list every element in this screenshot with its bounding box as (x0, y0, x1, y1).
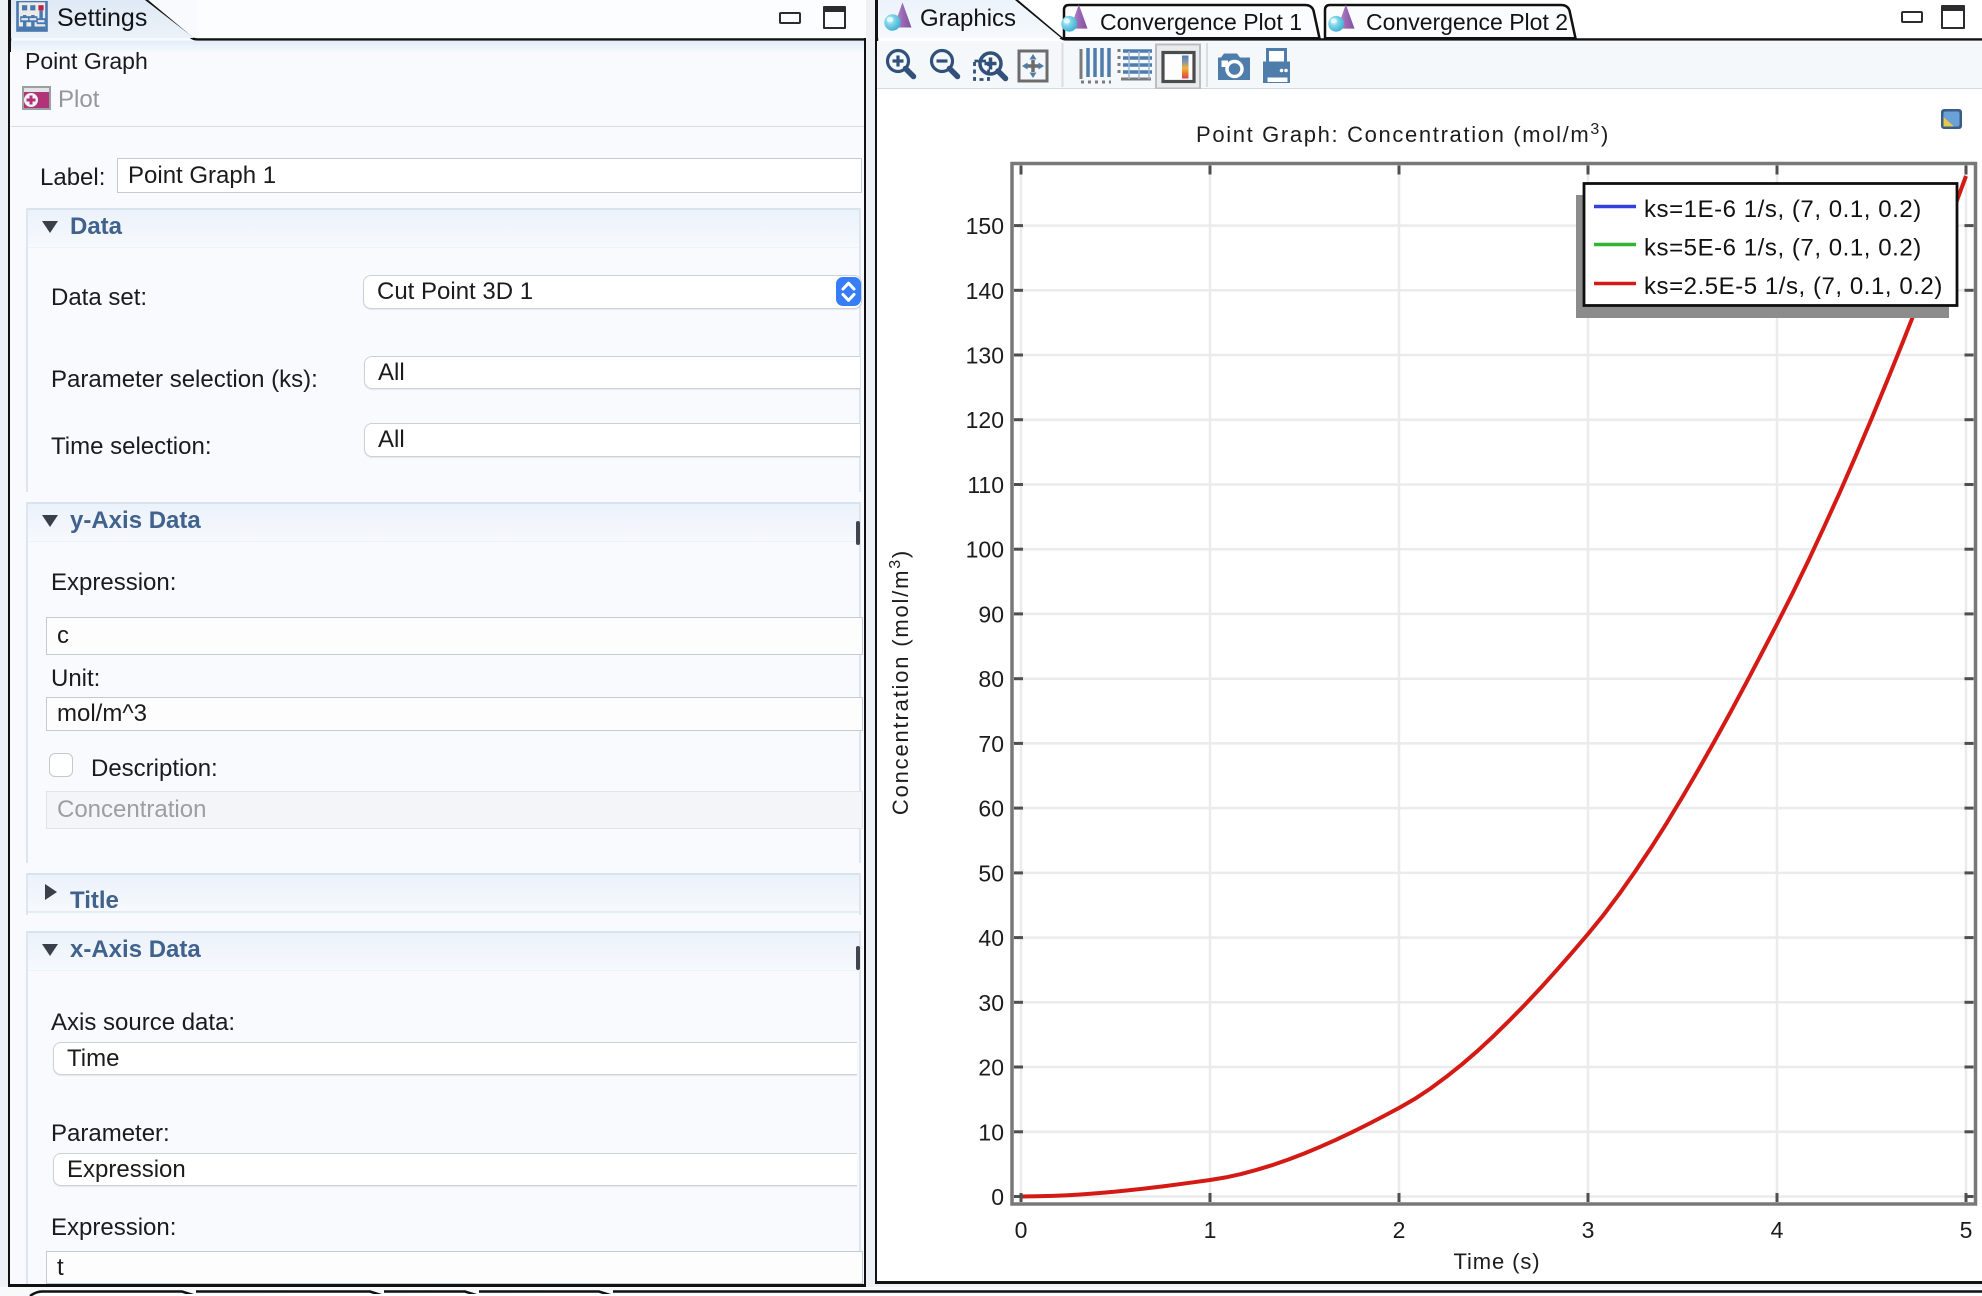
svg-text:150: 150 (966, 213, 1004, 239)
svg-text:10: 10 (978, 1119, 1004, 1145)
svg-text:3: 3 (1582, 1217, 1595, 1243)
svg-text:0: 0 (1015, 1217, 1028, 1243)
svg-text:130: 130 (966, 343, 1004, 369)
svg-text:ks=1E-6 1/s, (7, 0.1, 0.2): ks=1E-6 1/s, (7, 0.1, 0.2) (1644, 196, 1922, 223)
svg-text:140: 140 (966, 278, 1004, 304)
svg-text:Concentration (mol/m3): Concentration (mol/m3) (887, 549, 913, 815)
svg-text:0: 0 (991, 1184, 1004, 1210)
svg-text:Point Graph: Concentration (mo: Point Graph: Concentration (mol/m3) (1196, 121, 1610, 147)
svg-text:40: 40 (978, 925, 1004, 951)
svg-text:110: 110 (967, 472, 1004, 498)
svg-text:60: 60 (978, 796, 1004, 822)
svg-text:100: 100 (966, 537, 1004, 563)
svg-text:80: 80 (978, 666, 1004, 692)
svg-text:20: 20 (978, 1055, 1004, 1081)
svg-text:ks=5E-6 1/s, (7, 0.1, 0.2): ks=5E-6 1/s, (7, 0.1, 0.2) (1644, 235, 1922, 262)
svg-text:ks=2.5E-5 1/s, (7, 0.1, 0.2): ks=2.5E-5 1/s, (7, 0.1, 0.2) (1644, 273, 1943, 300)
svg-text:120: 120 (966, 407, 1004, 433)
svg-text:90: 90 (978, 601, 1004, 627)
svg-text:4: 4 (1771, 1217, 1784, 1243)
svg-text:5: 5 (1960, 1217, 1973, 1243)
svg-text:70: 70 (978, 731, 1004, 757)
svg-text:Time (s): Time (s) (1453, 1249, 1540, 1274)
svg-text:30: 30 (978, 990, 1004, 1016)
svg-text:50: 50 (978, 860, 1004, 886)
svg-text:1: 1 (1204, 1217, 1217, 1243)
svg-text:2: 2 (1393, 1217, 1406, 1243)
